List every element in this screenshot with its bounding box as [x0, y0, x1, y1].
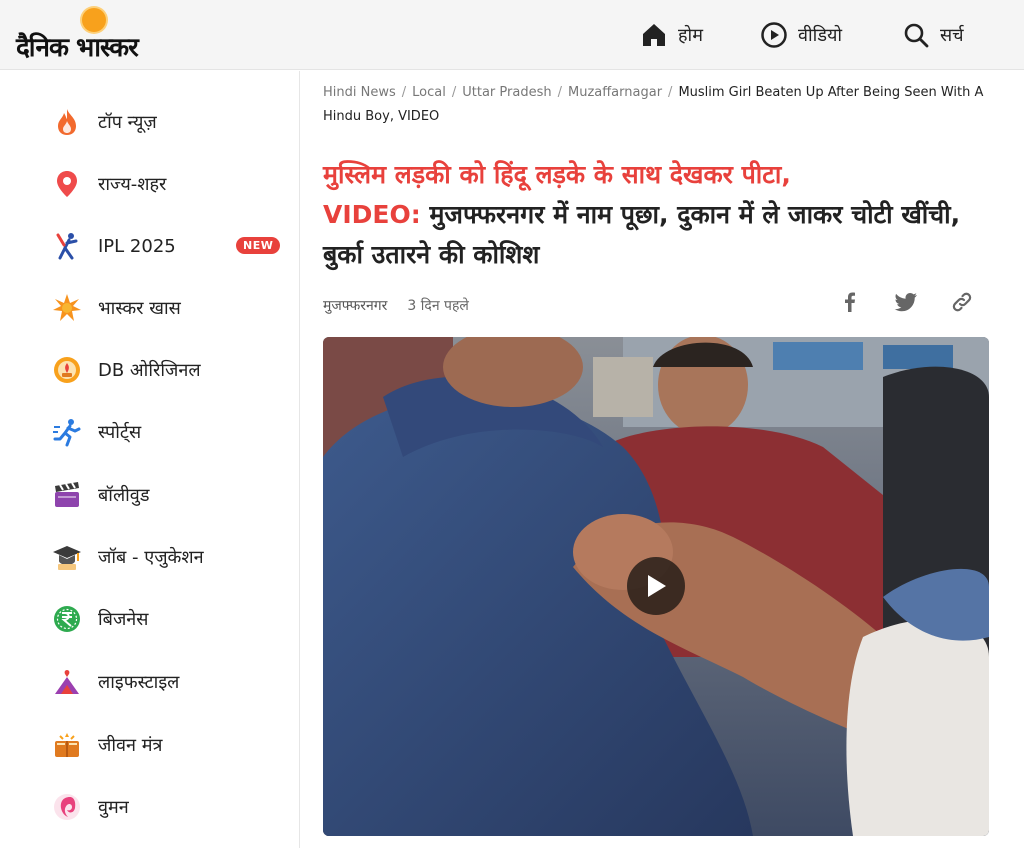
sidebar-item-label: जीवन मंत्र	[98, 735, 163, 756]
play-circle-icon	[761, 22, 787, 48]
article-meta: मुजफ्फरनगर 3 दिन पहले	[323, 293, 469, 317]
breadcrumb-separator: /	[401, 85, 407, 100]
article-main: Hindi News / Local / Uttar Pradesh / Muzaffarn…	[323, 71, 1003, 848]
facebook-icon	[845, 292, 855, 312]
sidebar-item-label: स्पोर्ट्स	[98, 422, 142, 443]
women-icon	[52, 792, 82, 822]
logo[interactable]: दैनिक भास्कर	[16, 6, 176, 64]
sidebar-item-jeevan-mantra[interactable]: जीवन मंत्र	[52, 725, 282, 765]
nav-video-label: वीडियो	[798, 25, 843, 46]
link-icon	[952, 292, 972, 312]
sidebar-item-label: बॉलीवुड	[98, 485, 150, 506]
breadcrumb: Hindi News / Local / Uttar Pradesh / Muzaffarn…	[323, 81, 989, 129]
sidebar-item-bollywood[interactable]: बॉलीवुड	[52, 475, 282, 515]
play-icon	[648, 575, 666, 597]
sidebar-item-top-news[interactable]: टॉप न्यूज़	[52, 102, 282, 142]
share-facebook-button[interactable]	[835, 287, 865, 317]
book-icon	[52, 730, 82, 760]
breadcrumb-local[interactable]: Local	[412, 85, 446, 100]
sidebar-item-db-original[interactable]: DB ओरिजिनल	[52, 350, 282, 390]
sidebar-item-sports[interactable]: स्पोर्ट्स	[52, 412, 282, 452]
sidebar-item-ipl[interactable]: IPL 2025 NEW	[52, 226, 282, 266]
lifestyle-icon	[52, 667, 82, 697]
headline-red-part: मुस्लिम लड़की को हिंदू लड़के के साथ देखक…	[323, 160, 791, 189]
breadcrumb-muzaffarnagar[interactable]: Muzaffarnagar	[568, 85, 662, 100]
nav-search[interactable]: सर्च	[902, 18, 964, 52]
sidebar-item-job-education[interactable]: जॉब - एजुकेशन	[52, 537, 282, 577]
breadcrumb-separator: /	[451, 85, 457, 100]
db-original-icon	[52, 355, 82, 385]
sidebar-item-label: लाइफस्टाइल	[98, 672, 180, 693]
sidebar-item-label: राज्य-शहर	[98, 174, 167, 195]
twitter-icon	[894, 293, 917, 312]
running-icon	[52, 417, 82, 447]
top-header: दैनिक भास्कर होम वीडियो सर्च	[0, 0, 1024, 70]
sidebar-item-label: जॉब - एजुकेशन	[98, 547, 204, 568]
sidebar-item-women[interactable]: वुमन	[52, 787, 282, 827]
breadcrumb-uttar-pradesh[interactable]: Uttar Pradesh	[462, 85, 551, 100]
sidebar-item-label: वुमन	[98, 797, 129, 818]
search-icon	[904, 23, 929, 48]
sidebar: टॉप न्यूज़ राज्य-शहर IPL 2025 NEW भास्कर…	[0, 71, 300, 848]
share-link-button[interactable]	[947, 287, 977, 317]
share-twitter-button[interactable]	[891, 287, 921, 317]
nav-home-label: होम	[678, 25, 703, 46]
new-badge: NEW	[236, 237, 281, 254]
headline-video-tag: VIDEO:	[323, 200, 421, 229]
sidebar-item-label: टॉप न्यूज़	[98, 112, 157, 133]
graduation-cap-icon	[52, 542, 82, 572]
clapperboard-icon	[52, 480, 82, 510]
breadcrumb-separator: /	[668, 85, 673, 100]
breadcrumb-hindi-news[interactable]: Hindi News	[323, 85, 396, 100]
article-headline: मुस्लिम लड़की को हिंदू लड़के के साथ देखक…	[323, 155, 989, 275]
sidebar-item-label: बिजनेस	[98, 609, 149, 630]
home-icon	[643, 24, 665, 46]
location-pin-icon	[52, 169, 82, 199]
sidebar-item-lifestyle[interactable]: लाइफस्टाइल	[52, 662, 282, 702]
sidebar-item-state-city[interactable]: राज्य-शहर	[52, 164, 282, 204]
flame-icon	[52, 107, 82, 137]
sidebar-item-label: भास्कर खास	[98, 298, 181, 319]
sidebar-item-label: DB ओरिजिनल	[98, 360, 201, 381]
logo-text: दैनिक भास्कर	[16, 33, 139, 63]
star-burst-icon	[52, 293, 82, 323]
sidebar-item-label: IPL 2025	[98, 235, 176, 257]
cricket-icon	[52, 231, 82, 261]
sidebar-item-bhaskar-khas[interactable]: भास्कर खास	[52, 288, 282, 328]
nav-search-label: सर्च	[940, 25, 964, 46]
nav-home[interactable]: होम	[640, 18, 703, 52]
video-player[interactable]	[323, 337, 989, 836]
sidebar-item-business[interactable]: बिजनेस	[52, 599, 282, 639]
breadcrumb-separator: /	[557, 85, 562, 100]
article-location[interactable]: मुजफ्फरनगर	[323, 296, 387, 315]
rupee-icon	[52, 604, 82, 634]
play-button[interactable]	[627, 557, 685, 615]
article-time: 3 दिन पहले	[407, 297, 469, 314]
nav-video[interactable]: वीडियो	[760, 18, 842, 52]
